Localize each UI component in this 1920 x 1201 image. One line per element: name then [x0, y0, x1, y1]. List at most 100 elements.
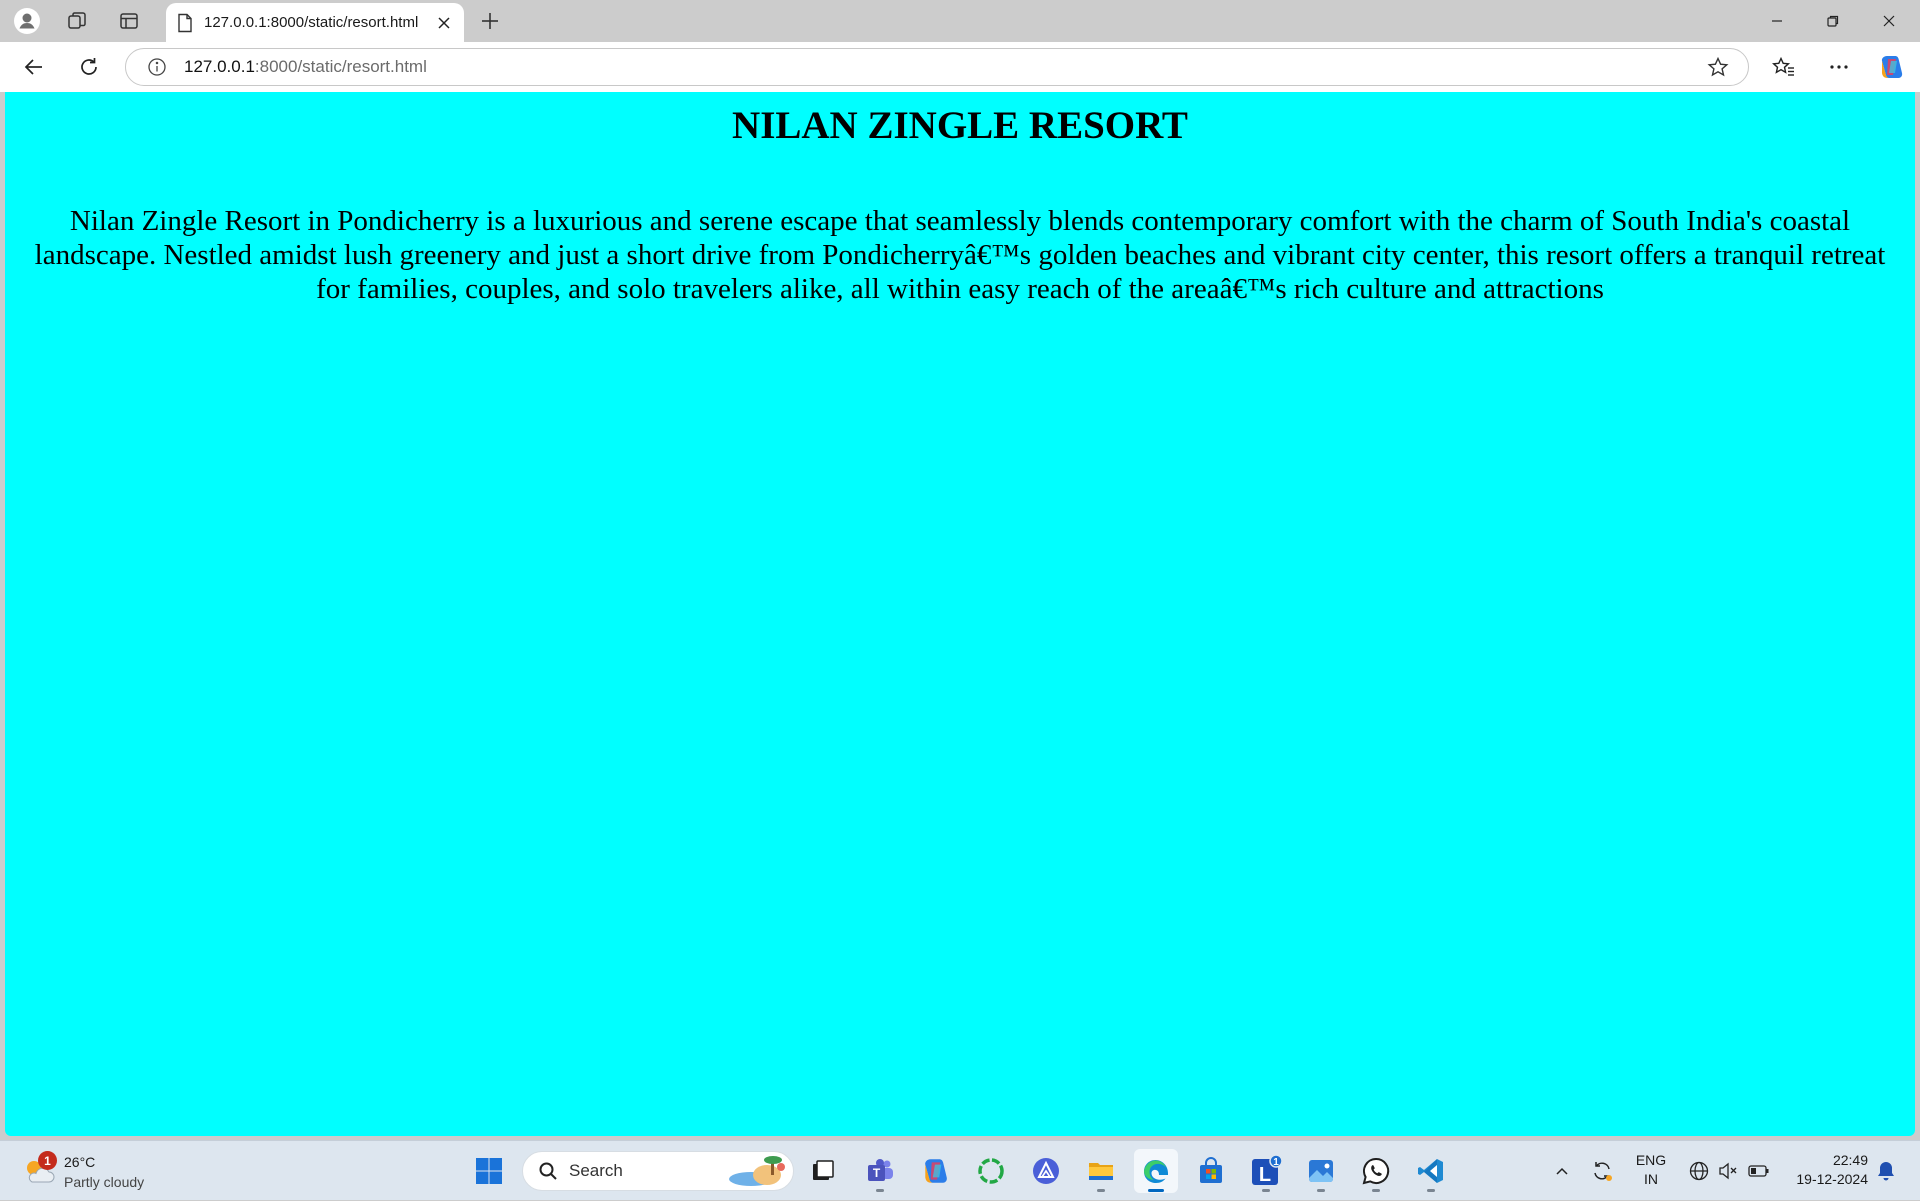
- copilot-icon: [925, 1159, 947, 1183]
- window-close-button[interactable]: [1861, 0, 1917, 42]
- taskbar-task-view[interactable]: [801, 1149, 845, 1193]
- taskbar-vscode[interactable]: [1409, 1149, 1453, 1193]
- speaker-muted-icon: [1719, 1162, 1737, 1180]
- svg-text:T: T: [873, 1166, 881, 1180]
- weather-temperature: 26°C: [64, 1154, 96, 1170]
- network-button[interactable]: [1684, 1141, 1714, 1201]
- tab-resort[interactable]: 127.0.0.1:8000/static/resort.html: [166, 3, 464, 42]
- running-indicator: [1427, 1189, 1435, 1192]
- weather-widget[interactable]: 1 26°C Partly cloudy: [22, 1150, 172, 1194]
- url-host: 127.0.0.1: [184, 57, 255, 76]
- tab-close-button[interactable]: [430, 9, 458, 37]
- close-icon: [438, 16, 450, 29]
- taskbar-whatsapp[interactable]: [1354, 1149, 1398, 1193]
- taskbar-edge[interactable]: [1134, 1149, 1178, 1193]
- refresh-icon: [81, 58, 97, 75]
- tab-title: 127.0.0.1:8000/static/resort.html: [204, 14, 419, 31]
- minimize-icon: [1772, 20, 1782, 22]
- windows-taskbar: 1 26°C Partly cloudy Search T L 1 ENG IN…: [0, 1140, 1920, 1200]
- refresh-button[interactable]: [70, 49, 108, 85]
- plus-icon: [482, 13, 498, 29]
- workspaces-icon: [68, 12, 86, 29]
- minimize-button[interactable]: [1749, 0, 1805, 42]
- page-title: NILAN ZINGLE RESORT: [732, 104, 1188, 147]
- star-icon: [1707, 56, 1729, 77]
- teams-icon: T: [868, 1159, 893, 1181]
- taskbar-photos[interactable]: [1299, 1149, 1343, 1193]
- region-code: IN: [1644, 1171, 1658, 1187]
- system-clock[interactable]: 22:49 19-12-2024: [1782, 1151, 1868, 1189]
- taskbar-search-box[interactable]: Search: [522, 1151, 794, 1191]
- workspaces-button[interactable]: [58, 4, 96, 38]
- profile-button[interactable]: [8, 4, 46, 38]
- notifications-button[interactable]: [1872, 1141, 1900, 1201]
- search-icon: [537, 1160, 559, 1182]
- back-button[interactable]: [15, 49, 53, 85]
- clock-date: 19-12-2024: [1796, 1171, 1868, 1187]
- taskbar-teams[interactable]: T: [858, 1149, 902, 1193]
- active-indicator: [1148, 1189, 1164, 1192]
- green-circle-app-icon: [978, 1158, 1004, 1184]
- battery-icon: [1748, 1165, 1769, 1177]
- favorites-icon: [1772, 56, 1794, 76]
- more-icon: [1830, 65, 1848, 69]
- profile-icon: [14, 8, 40, 34]
- search-label: Search: [569, 1161, 623, 1180]
- volume-button[interactable]: [1714, 1141, 1742, 1201]
- photos-app-icon: [1309, 1160, 1333, 1182]
- favorite-button[interactable]: [1698, 49, 1738, 85]
- taskbar-triangle-app[interactable]: [1024, 1149, 1068, 1193]
- taskbar-green-app[interactable]: [969, 1149, 1013, 1193]
- taskbar-microsoft-store[interactable]: [1189, 1149, 1233, 1193]
- battery-button[interactable]: [1744, 1141, 1774, 1201]
- taskbar-l-app[interactable]: L 1: [1244, 1149, 1288, 1193]
- edge-icon: [1144, 1160, 1168, 1183]
- address-url[interactable]: 127.0.0.1:8000/static/resort.html: [184, 57, 1698, 77]
- task-view-icon: [813, 1160, 834, 1180]
- url-path: :8000/static/resort.html: [254, 57, 427, 76]
- arrow-left-icon: [24, 59, 42, 75]
- resort-description: Nilan Zingle Resort in Pondicherry is a …: [34, 204, 1886, 305]
- file-explorer-icon: [1089, 1163, 1113, 1180]
- browser-tab-strip: 127.0.0.1:8000/static/resort.html: [0, 0, 1920, 42]
- copilot-icon: [1881, 56, 1903, 78]
- restore-icon: [1827, 15, 1839, 27]
- microsoft-store-icon: [1200, 1157, 1222, 1183]
- sync-status-button[interactable]: [1586, 1141, 1618, 1201]
- sync-icon: [1594, 1162, 1612, 1181]
- favorites-button[interactable]: [1765, 49, 1803, 85]
- copilot-button[interactable]: [1873, 49, 1911, 85]
- globe-icon: [1689, 1161, 1709, 1181]
- l-app-icon: L 1: [1252, 1155, 1282, 1186]
- search-highlight-art-icon: [729, 1156, 785, 1186]
- triangle-app-icon: [1033, 1158, 1059, 1184]
- tab-actions-icon: [120, 13, 138, 29]
- running-indicator: [876, 1189, 884, 1192]
- site-info-icon[interactable]: [146, 56, 168, 78]
- svg-text:1: 1: [1273, 1157, 1279, 1168]
- vertical-tabs-button[interactable]: [110, 4, 148, 38]
- clock-time: 22:49: [1832, 1152, 1868, 1168]
- vscode-icon: [1418, 1159, 1443, 1183]
- address-bar[interactable]: 127.0.0.1:8000/static/resort.html: [125, 48, 1749, 86]
- chevron-up-icon: [1556, 1167, 1568, 1175]
- input-language-indicator[interactable]: ENG IN: [1630, 1151, 1672, 1189]
- whatsapp-icon: [1362, 1157, 1390, 1185]
- settings-and-more-button[interactable]: [1820, 49, 1858, 85]
- weather-condition: Partly cloudy: [64, 1174, 145, 1190]
- windows-start-icon: [476, 1158, 502, 1184]
- running-indicator: [1262, 1189, 1270, 1192]
- new-tab-button[interactable]: [472, 4, 508, 38]
- running-indicator: [1317, 1189, 1325, 1192]
- weather-notification-badge: 1: [38, 1151, 57, 1170]
- svg-text:L: L: [1259, 1164, 1271, 1186]
- restore-button[interactable]: [1805, 0, 1861, 42]
- browser-toolbar: 127.0.0.1:8000/static/resort.html: [0, 42, 1920, 92]
- taskbar-copilot[interactable]: [914, 1149, 958, 1193]
- language-code: ENG: [1635, 1152, 1667, 1168]
- page-icon: [176, 12, 194, 34]
- taskbar-file-explorer[interactable]: [1079, 1149, 1123, 1193]
- start-button[interactable]: [467, 1149, 511, 1193]
- running-indicator: [1372, 1189, 1380, 1192]
- show-hidden-icons-button[interactable]: [1548, 1141, 1576, 1201]
